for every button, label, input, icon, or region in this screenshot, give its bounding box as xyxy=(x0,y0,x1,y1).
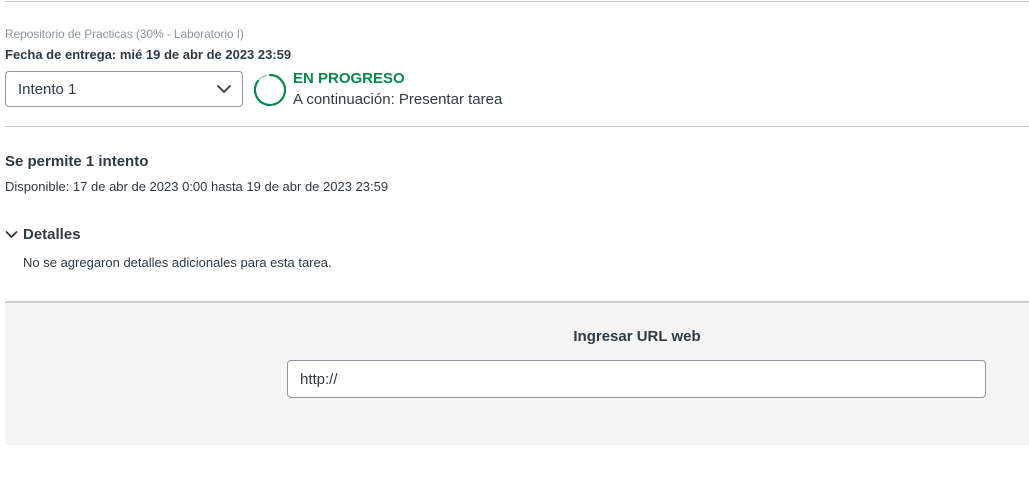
submission-panel: Ingresar URL web xyxy=(5,301,1029,445)
section-divider xyxy=(5,126,1029,127)
url-input[interactable] xyxy=(287,360,986,398)
status-label: EN PROGRESO xyxy=(293,70,405,87)
chevron-down-icon xyxy=(5,226,18,243)
assignment-page: Repositorio de Practicas (30% - Laborato… xyxy=(0,0,1029,503)
availability-dates: Disponible: 17 de abr de 2023 0:00 hasta… xyxy=(5,179,389,194)
next-step-text: A continuación: Presentar tarea xyxy=(293,91,503,108)
details-toggle-label: Detalles xyxy=(23,226,81,243)
details-text: No se agregaron detalles adicionales par… xyxy=(23,255,332,270)
due-date: Fecha de entrega: mié 19 de abr de 2023 … xyxy=(5,47,292,62)
url-heading: Ingresar URL web xyxy=(573,328,701,345)
attempt-selector[interactable]: Intento 1 xyxy=(5,71,243,107)
attempt-selector-value: Intento 1 xyxy=(18,80,77,98)
details-toggle[interactable]: Detalles xyxy=(5,226,81,243)
progress-ring-icon xyxy=(253,73,287,107)
top-divider xyxy=(5,1,1029,2)
chevron-down-icon xyxy=(216,84,232,94)
attempts-allowed: Se permite 1 intento xyxy=(5,153,149,170)
course-title: Repositorio de Practicas (30% - Laborato… xyxy=(5,27,244,41)
